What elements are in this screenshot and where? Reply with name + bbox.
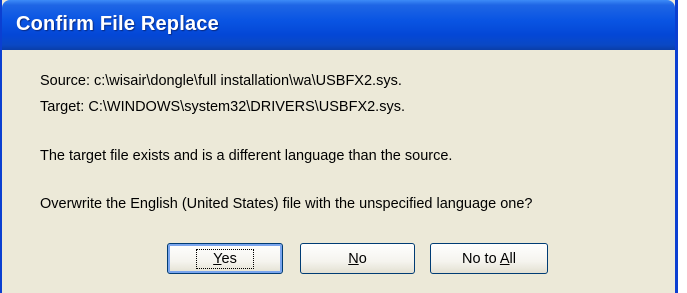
yes-button[interactable]: Yes	[167, 243, 283, 274]
target-path-text: Target: C:\WINDOWS\system32\DRIVERS\USBF…	[40, 99, 405, 115]
confirm-file-replace-dialog: Confirm File Replace Source: c:\wisair\d…	[0, 0, 678, 293]
source-path-text: Source: c:\wisair\dongle\full installati…	[40, 73, 402, 89]
question-text: Overwrite the English (United States) fi…	[40, 196, 533, 212]
no-button-label: No	[348, 250, 367, 267]
title-bar[interactable]: Confirm File Replace	[2, 0, 675, 50]
info-text: The target file exists and is a differen…	[40, 148, 453, 164]
window-title: Confirm File Replace	[16, 13, 219, 35]
no-button[interactable]: No	[300, 243, 415, 274]
yes-button-label: Yes	[196, 248, 254, 269]
no-to-all-button[interactable]: No to All	[430, 243, 548, 274]
no-to-all-button-label: No to All	[461, 250, 516, 267]
